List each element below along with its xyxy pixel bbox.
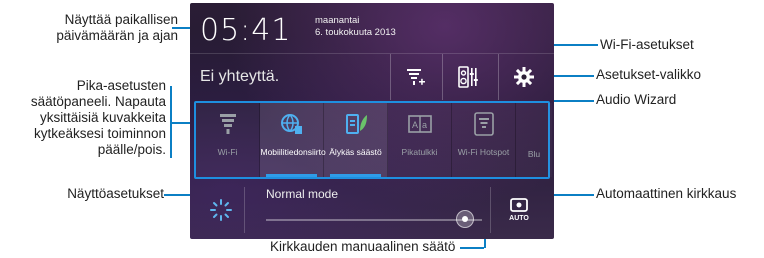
annotation-date-time: Näyttää paikallisen päivämäärän ja ajan [56, 12, 178, 43]
leader-line [460, 247, 484, 249]
annotation-settings-menu: Asetukset-valikko [596, 67, 702, 82]
tile-smart-saving[interactable]: Älykäs säästö [324, 103, 388, 177]
network-row: Ei yhteyttä. [190, 53, 554, 100]
auto-brightness-button[interactable]: AUTO [490, 187, 547, 233]
brightness-row: Normal mode AUTO [190, 181, 554, 239]
brightness-slider[interactable] [266, 210, 482, 228]
settings-button[interactable] [498, 54, 549, 100]
quick-settings-panel: 05:41 maanantai 6. toukokuuta 2013 Ei yh… [190, 3, 554, 239]
leader-line [552, 194, 594, 196]
svg-text:a: a [422, 120, 427, 130]
svg-text:A: A [412, 120, 418, 130]
brightness-slider-thumb[interactable] [455, 210, 474, 228]
tile-label: Pikatulkki [401, 147, 438, 157]
annotation-audio-wizard: Audio Wizard [596, 92, 677, 107]
leader-line [548, 75, 594, 77]
annotation-quick-settings: Pika-asetusten säätöpaneeli. Napauta yks… [30, 78, 166, 157]
annotation-wifi-settings: Wi-Fi-asetukset [600, 37, 694, 52]
tile-label: Älykäs säästö [329, 147, 382, 157]
tile-label: Wi-Fi [217, 147, 238, 157]
wifi-hotspot-icon [473, 112, 494, 136]
annotation-display-settings: Näyttöasetukset [67, 186, 164, 201]
tile-label: Mobiilitiedonsiirto [260, 147, 326, 157]
date: 6. toukokuuta 2013 [315, 27, 396, 38]
tile-wifi[interactable]: Wi-Fi [196, 103, 260, 177]
wifi-icon [219, 114, 236, 134]
active-indicator [330, 174, 381, 177]
tile-label: Wi-Fi Hotspot [457, 147, 510, 157]
tile-instant-dictionary[interactable]: A a Pikatulkki [388, 103, 452, 177]
smart-saving-icon [345, 114, 367, 134]
display-settings-button[interactable] [198, 187, 245, 233]
weekday: maanantai [315, 15, 360, 26]
network-status: Ei yhteyttä. [200, 68, 280, 85]
instant-dictionary-icon: A a [407, 115, 432, 133]
mobile-data-icon [280, 114, 302, 134]
tile-label: Blu [527, 149, 541, 159]
tile-bluetooth[interactable]: Blu [516, 103, 552, 177]
brightness-icon [210, 199, 232, 221]
audio-wizard-icon [458, 66, 478, 88]
auto-brightness-icon: AUTO [509, 198, 529, 222]
tile-mobile-data[interactable]: Mobiilitiedonsiirto [260, 103, 326, 177]
wifi-settings-icon [407, 69, 425, 85]
quick-settings-tiles: Wi-Fi Mobiilitiedonsiirto Älykäs säästö [194, 101, 550, 179]
brightness-mode-label: Normal mode [266, 187, 339, 201]
auto-label: AUTO [509, 215, 529, 222]
active-indicator [266, 174, 317, 177]
audio-wizard-button[interactable] [442, 54, 493, 100]
gear-icon [514, 67, 534, 87]
clock: 05:41 [200, 13, 292, 48]
tile-wifi-hotspot[interactable]: Wi-Fi Hotspot [452, 103, 516, 177]
annotation-auto-brightness: Automaattinen kirkkaus [596, 186, 737, 201]
wifi-settings-button[interactable] [390, 54, 441, 100]
annotation-manual-brightness: Kirkkauden manuaalinen säätö [270, 239, 456, 254]
